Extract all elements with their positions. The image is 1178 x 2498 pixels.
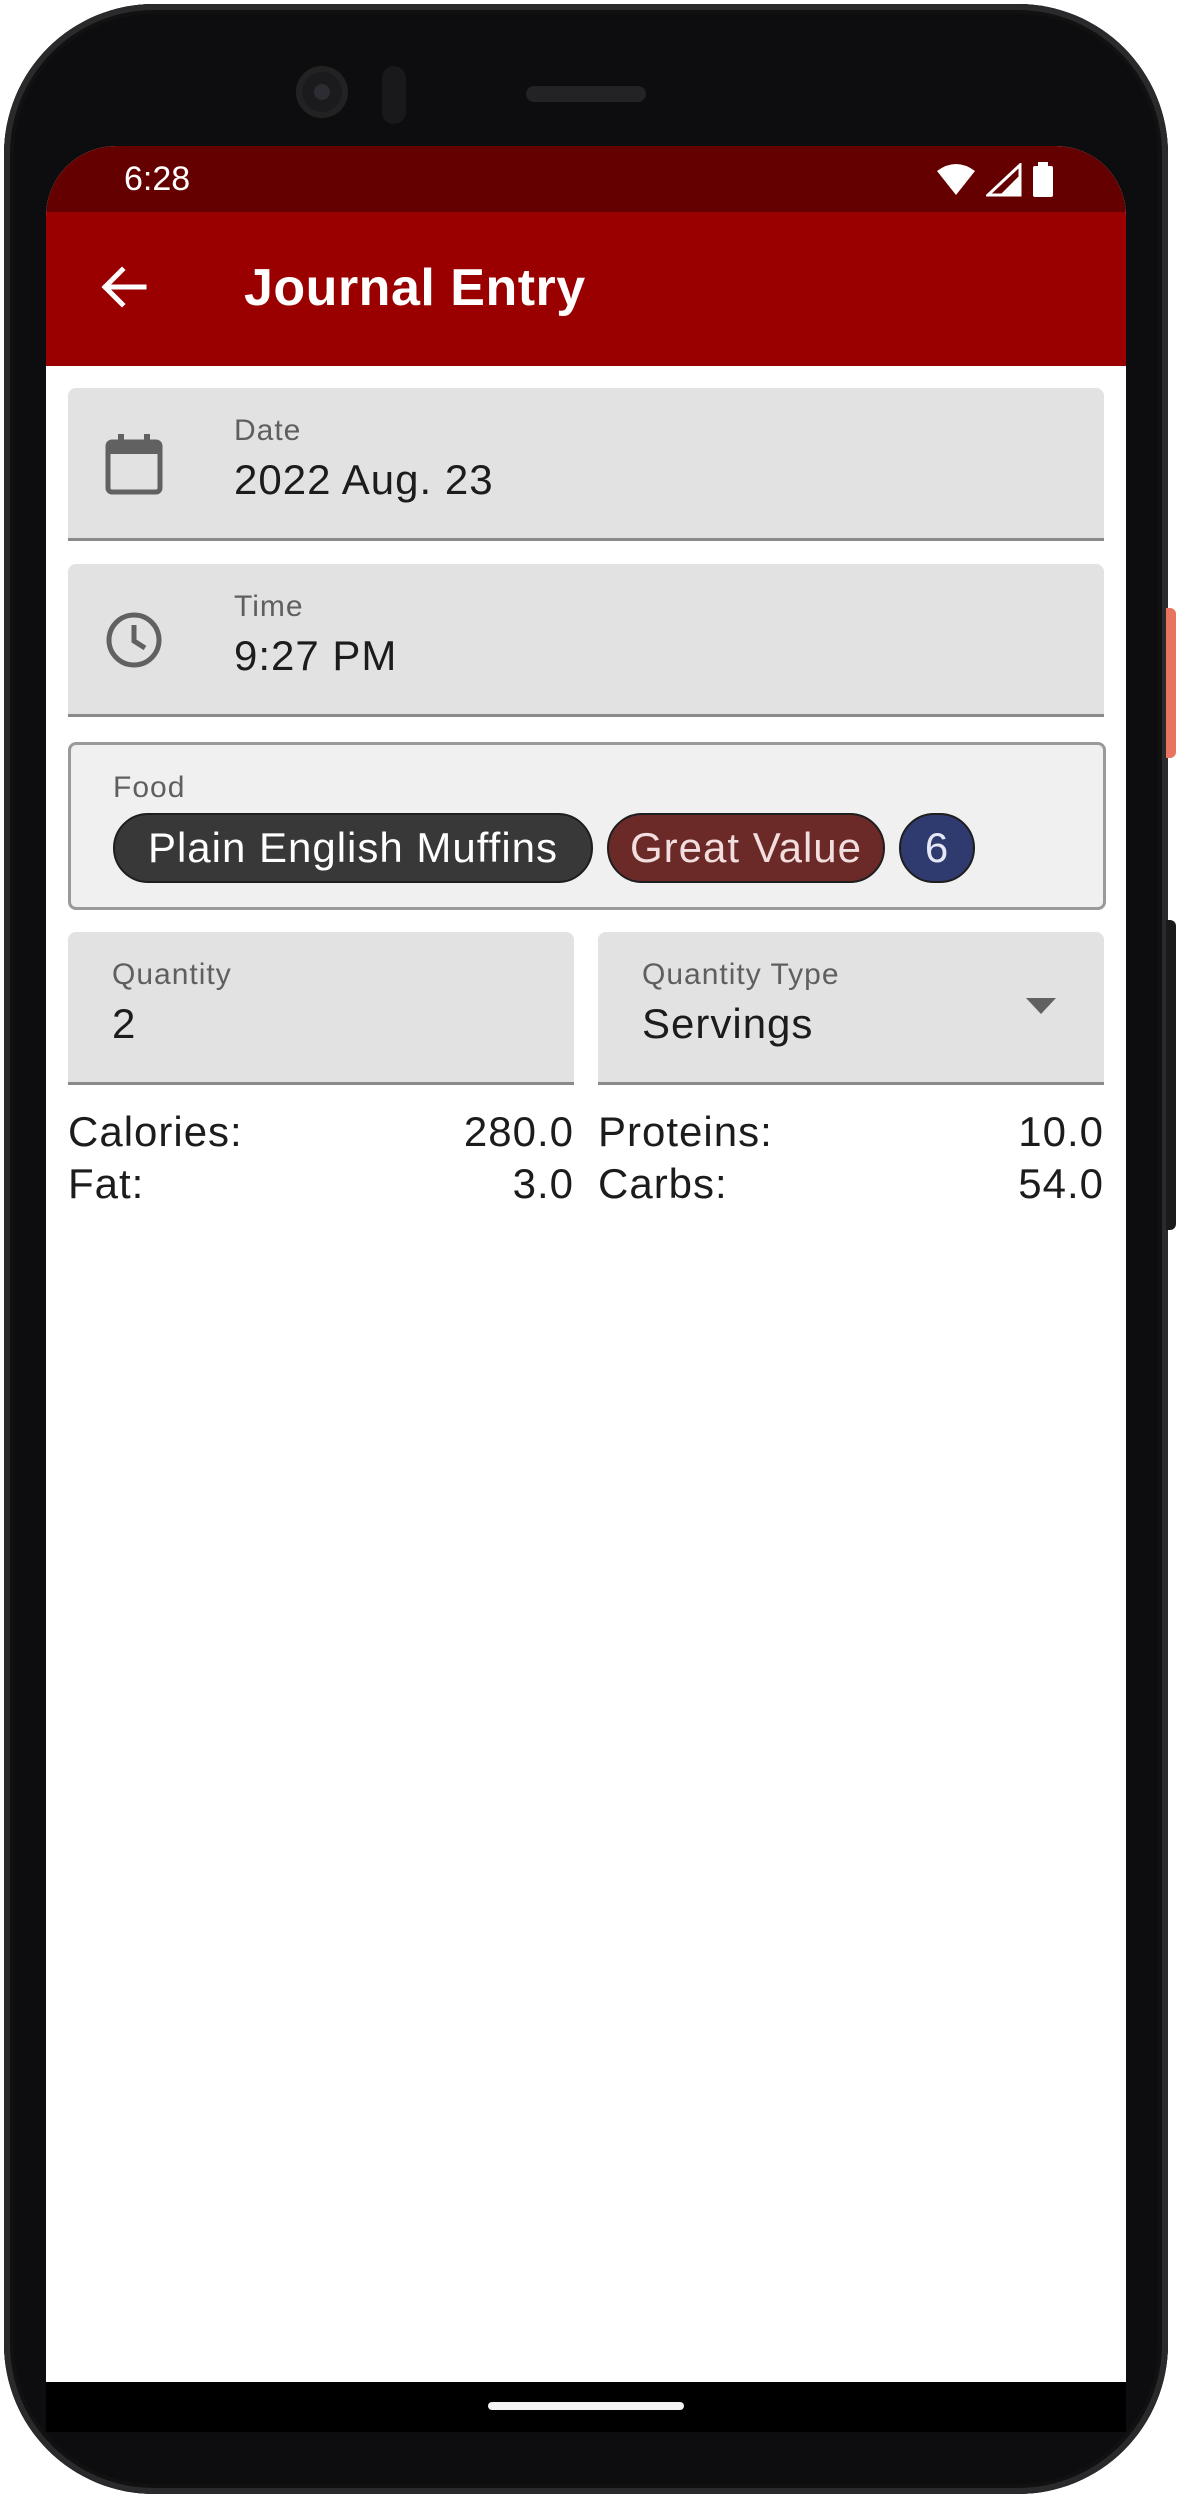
food-name-chip[interactable]: Plain English Muffins xyxy=(113,813,593,883)
calendar-icon xyxy=(104,432,164,501)
time-label: Time xyxy=(234,590,304,623)
time-field[interactable]: Time 9:27 PM xyxy=(68,564,1104,717)
quantity-label: Quantity xyxy=(112,958,232,991)
volume-button xyxy=(1166,920,1176,1230)
food-count-chip[interactable]: 6 xyxy=(899,813,975,883)
status-bar: 6:28 xyxy=(46,146,1126,212)
wifi-icon xyxy=(936,163,976,197)
date-value: 2022 Aug. 23 xyxy=(234,456,494,503)
date-label: Date xyxy=(234,414,302,447)
battery-icon xyxy=(1032,162,1054,198)
quantity-type-label: Quantity Type xyxy=(642,958,840,991)
calories-label: Calories: xyxy=(68,1108,243,1155)
arrow-back-icon xyxy=(98,262,148,317)
food-label: Food xyxy=(113,771,186,804)
phone-frame: 6:28 Journal Entry Date 2022 Aug. 23 Tim… xyxy=(0,0,1178,2498)
power-button xyxy=(1166,608,1176,758)
clock-icon xyxy=(104,610,164,675)
proteins-label: Proteins: xyxy=(598,1108,773,1155)
home-gesture-handle[interactable] xyxy=(488,2402,684,2410)
proteins-value: 10.0 xyxy=(1018,1108,1104,1155)
status-icons xyxy=(936,162,1054,198)
navigation-bar xyxy=(46,2382,1126,2432)
dropdown-arrow-icon xyxy=(1026,998,1056,1019)
quantity-value: 2 xyxy=(112,1000,137,1047)
screen: 6:28 Journal Entry Date 2022 Aug. 23 Tim… xyxy=(46,146,1126,2382)
front-camera xyxy=(296,66,348,118)
earpiece-speaker xyxy=(526,86,646,102)
carbs-value: 54.0 xyxy=(1018,1160,1104,1207)
proximity-sensor xyxy=(382,66,406,124)
status-time: 6:28 xyxy=(124,160,191,198)
food-brand-chip[interactable]: Great Value xyxy=(607,813,885,883)
quantity-type-value: Servings xyxy=(642,1000,814,1047)
quantity-type-select[interactable]: Quantity Type Servings xyxy=(598,932,1104,1085)
food-field[interactable]: Food Plain English Muffins Great Value 6 xyxy=(68,742,1106,910)
fat-label: Fat: xyxy=(68,1160,145,1207)
signal-icon xyxy=(986,163,1022,197)
time-value: 9:27 PM xyxy=(234,632,398,679)
page-title: Journal Entry xyxy=(244,259,586,317)
quantity-field[interactable]: Quantity 2 xyxy=(68,932,574,1085)
back-button[interactable] xyxy=(90,256,156,322)
app-bar: Journal Entry xyxy=(46,212,1126,366)
date-field[interactable]: Date 2022 Aug. 23 xyxy=(68,388,1104,541)
carbs-label: Carbs: xyxy=(598,1160,728,1207)
calories-value: 280.0 xyxy=(463,1108,574,1155)
fat-value: 3.0 xyxy=(512,1160,574,1207)
